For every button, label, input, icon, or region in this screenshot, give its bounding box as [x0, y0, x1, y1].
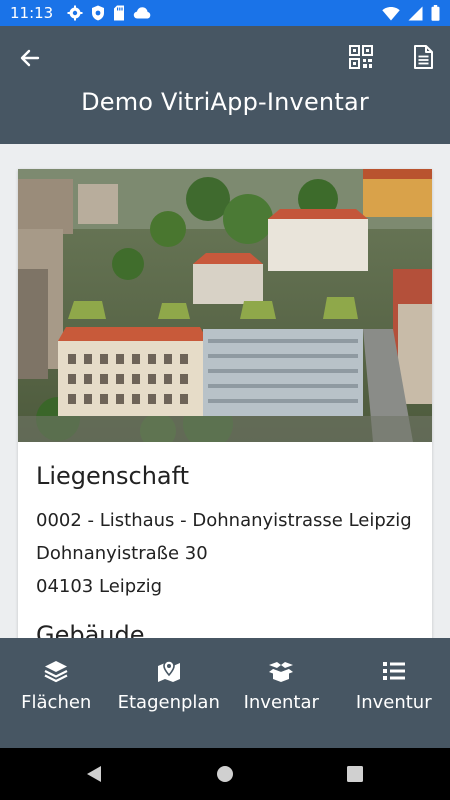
nav-label: Inventur — [355, 692, 432, 713]
section-title-gebaeude: Gebäude — [36, 621, 145, 638]
gear-icon — [67, 5, 83, 21]
document-icon[interactable] — [409, 43, 437, 71]
back-triangle-icon[interactable] — [84, 764, 104, 784]
map-marker-icon — [157, 660, 180, 682]
recents-square-icon[interactable] — [345, 764, 365, 784]
nav-item-flaechen[interactable]: Flächen — [0, 638, 113, 748]
app-bar: Demo VitriApp-Inventar — [0, 26, 450, 144]
nav-label: Inventar — [243, 692, 319, 713]
nav-item-etagenplan[interactable]: Etagenplan — [113, 638, 226, 748]
nav-label: Flächen — [21, 692, 92, 713]
street-line: Dohnanyistraße 30 — [36, 543, 208, 564]
nav-label: Etagenplan — [117, 692, 220, 713]
card-title: Liegenschaft — [36, 462, 190, 490]
cloud-icon — [134, 7, 151, 19]
main-content[interactable]: Liegenschaft 0002 - Listhaus - Dohnanyis… — [0, 144, 450, 638]
page-title: Demo VitriApp-Inventar — [81, 88, 369, 116]
property-id-line: 0002 - Listhaus - Dohnanyistrasse Leipzi… — [36, 510, 412, 531]
property-photo — [18, 169, 432, 442]
home-circle-icon[interactable] — [215, 764, 235, 784]
cell-signal-icon — [408, 6, 423, 20]
system-navigation-bar — [0, 748, 450, 800]
status-bar: 11:13 — [0, 0, 450, 26]
property-card[interactable]: Liegenschaft 0002 - Listhaus - Dohnanyis… — [18, 169, 432, 638]
qr-code-icon[interactable] — [347, 43, 375, 71]
aerial-photo-illustration — [18, 169, 432, 442]
wifi-icon — [382, 6, 400, 20]
list-icon — [382, 662, 405, 680]
arrow-back-icon[interactable] — [16, 44, 44, 72]
nav-item-inventar[interactable]: Inventar — [225, 638, 338, 748]
nav-item-inventur[interactable]: Inventur — [338, 638, 450, 748]
shield-icon — [92, 5, 105, 21]
layers-icon — [44, 661, 68, 683]
battery-icon — [431, 5, 440, 21]
sd-card-icon — [114, 5, 125, 21]
city-line: 04103 Leipzig — [36, 576, 163, 597]
status-time: 11:13 — [10, 4, 54, 22]
box-open-icon — [269, 662, 294, 682]
bottom-navigation: Flächen Etagenplan Inventar Inventur — [0, 638, 450, 748]
